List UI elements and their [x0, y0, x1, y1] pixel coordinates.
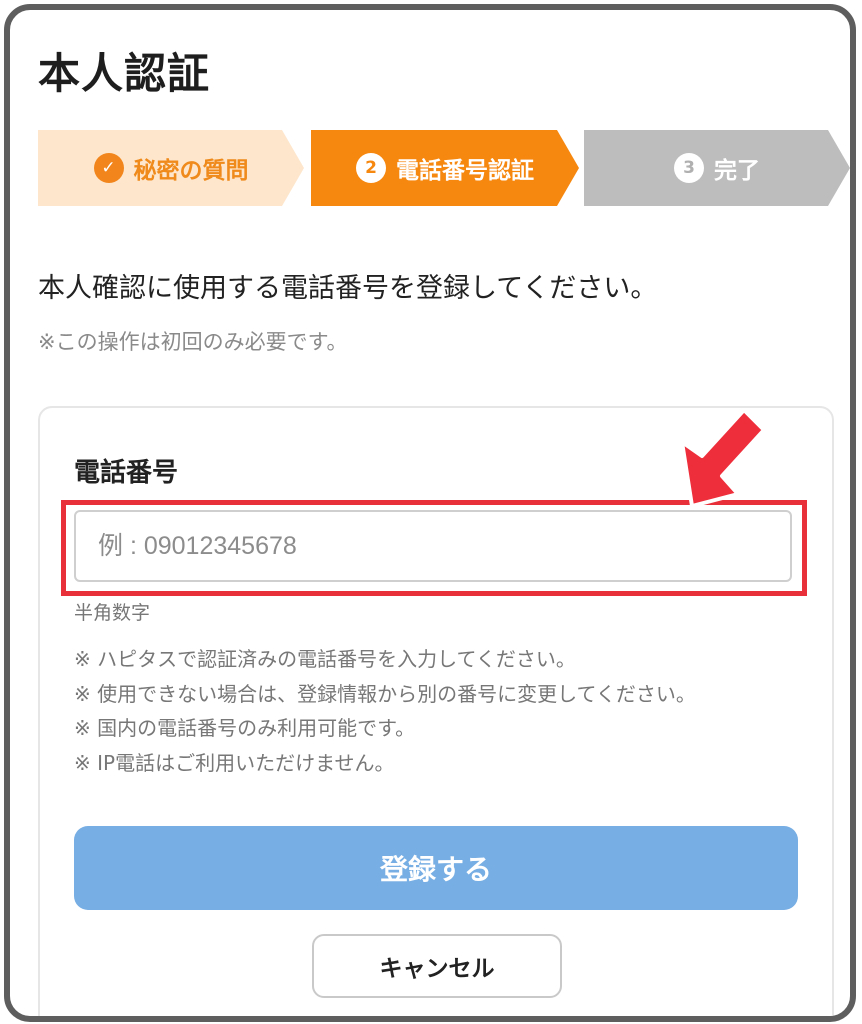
first-time-note: ※この操作は初回のみ必要です。: [38, 330, 348, 354]
cancel-button[interactable]: キャンセル: [312, 934, 562, 998]
notes-list: ※ ハピタスで認証済みの電話番号を入力してください。 ※ 使用できない場合は、登…: [74, 642, 696, 780]
instruction-text: 本人確認に使用する電話番号を登録してください。: [38, 273, 658, 304]
step-label: 完了: [714, 158, 760, 184]
check-icon: ✓: [94, 153, 124, 183]
list-item: ※ 使用できない場合は、登録情報から別の番号に変更してください。: [74, 681, 696, 706]
step-number-icon: 3: [674, 153, 704, 183]
list-item: ※ ハピタスで認証済みの電話番号を入力してください。: [74, 647, 576, 671]
page-title: 本人認証: [38, 49, 211, 98]
progress-stepper: ✓ 秘密の質問 2 電話番号認証 3 完了: [38, 130, 850, 206]
step-label: 秘密の質問: [133, 158, 249, 184]
step-label: 電話番号認証: [396, 158, 534, 184]
screen-frame: 本人認証 ✓ 秘密の質問 2 電話番号認証 3 完了 本人確認に使用する電話番号…: [4, 4, 856, 1022]
register-button[interactable]: 登録する: [74, 826, 798, 910]
list-item: ※ 国内の電話番号のみ利用可能です。: [74, 716, 416, 740]
red-arrow-icon: [680, 408, 766, 508]
phone-field-label: 電話番号: [74, 458, 179, 488]
phone-form-card: 電話番号 半角数字 ※ ハピタスで認証済みの電話番号を入力してください。 ※ 使…: [38, 406, 834, 1016]
list-item: ※ IP電話はご利用いただけません。: [74, 750, 395, 775]
step-phone-verification: 2 電話番号認証: [311, 130, 579, 206]
step-complete: 3 完了: [584, 130, 850, 206]
input-hint: 半角数字: [74, 602, 151, 624]
step-secret-question: ✓ 秘密の質問: [38, 130, 304, 206]
step-number-icon: 2: [356, 153, 386, 183]
